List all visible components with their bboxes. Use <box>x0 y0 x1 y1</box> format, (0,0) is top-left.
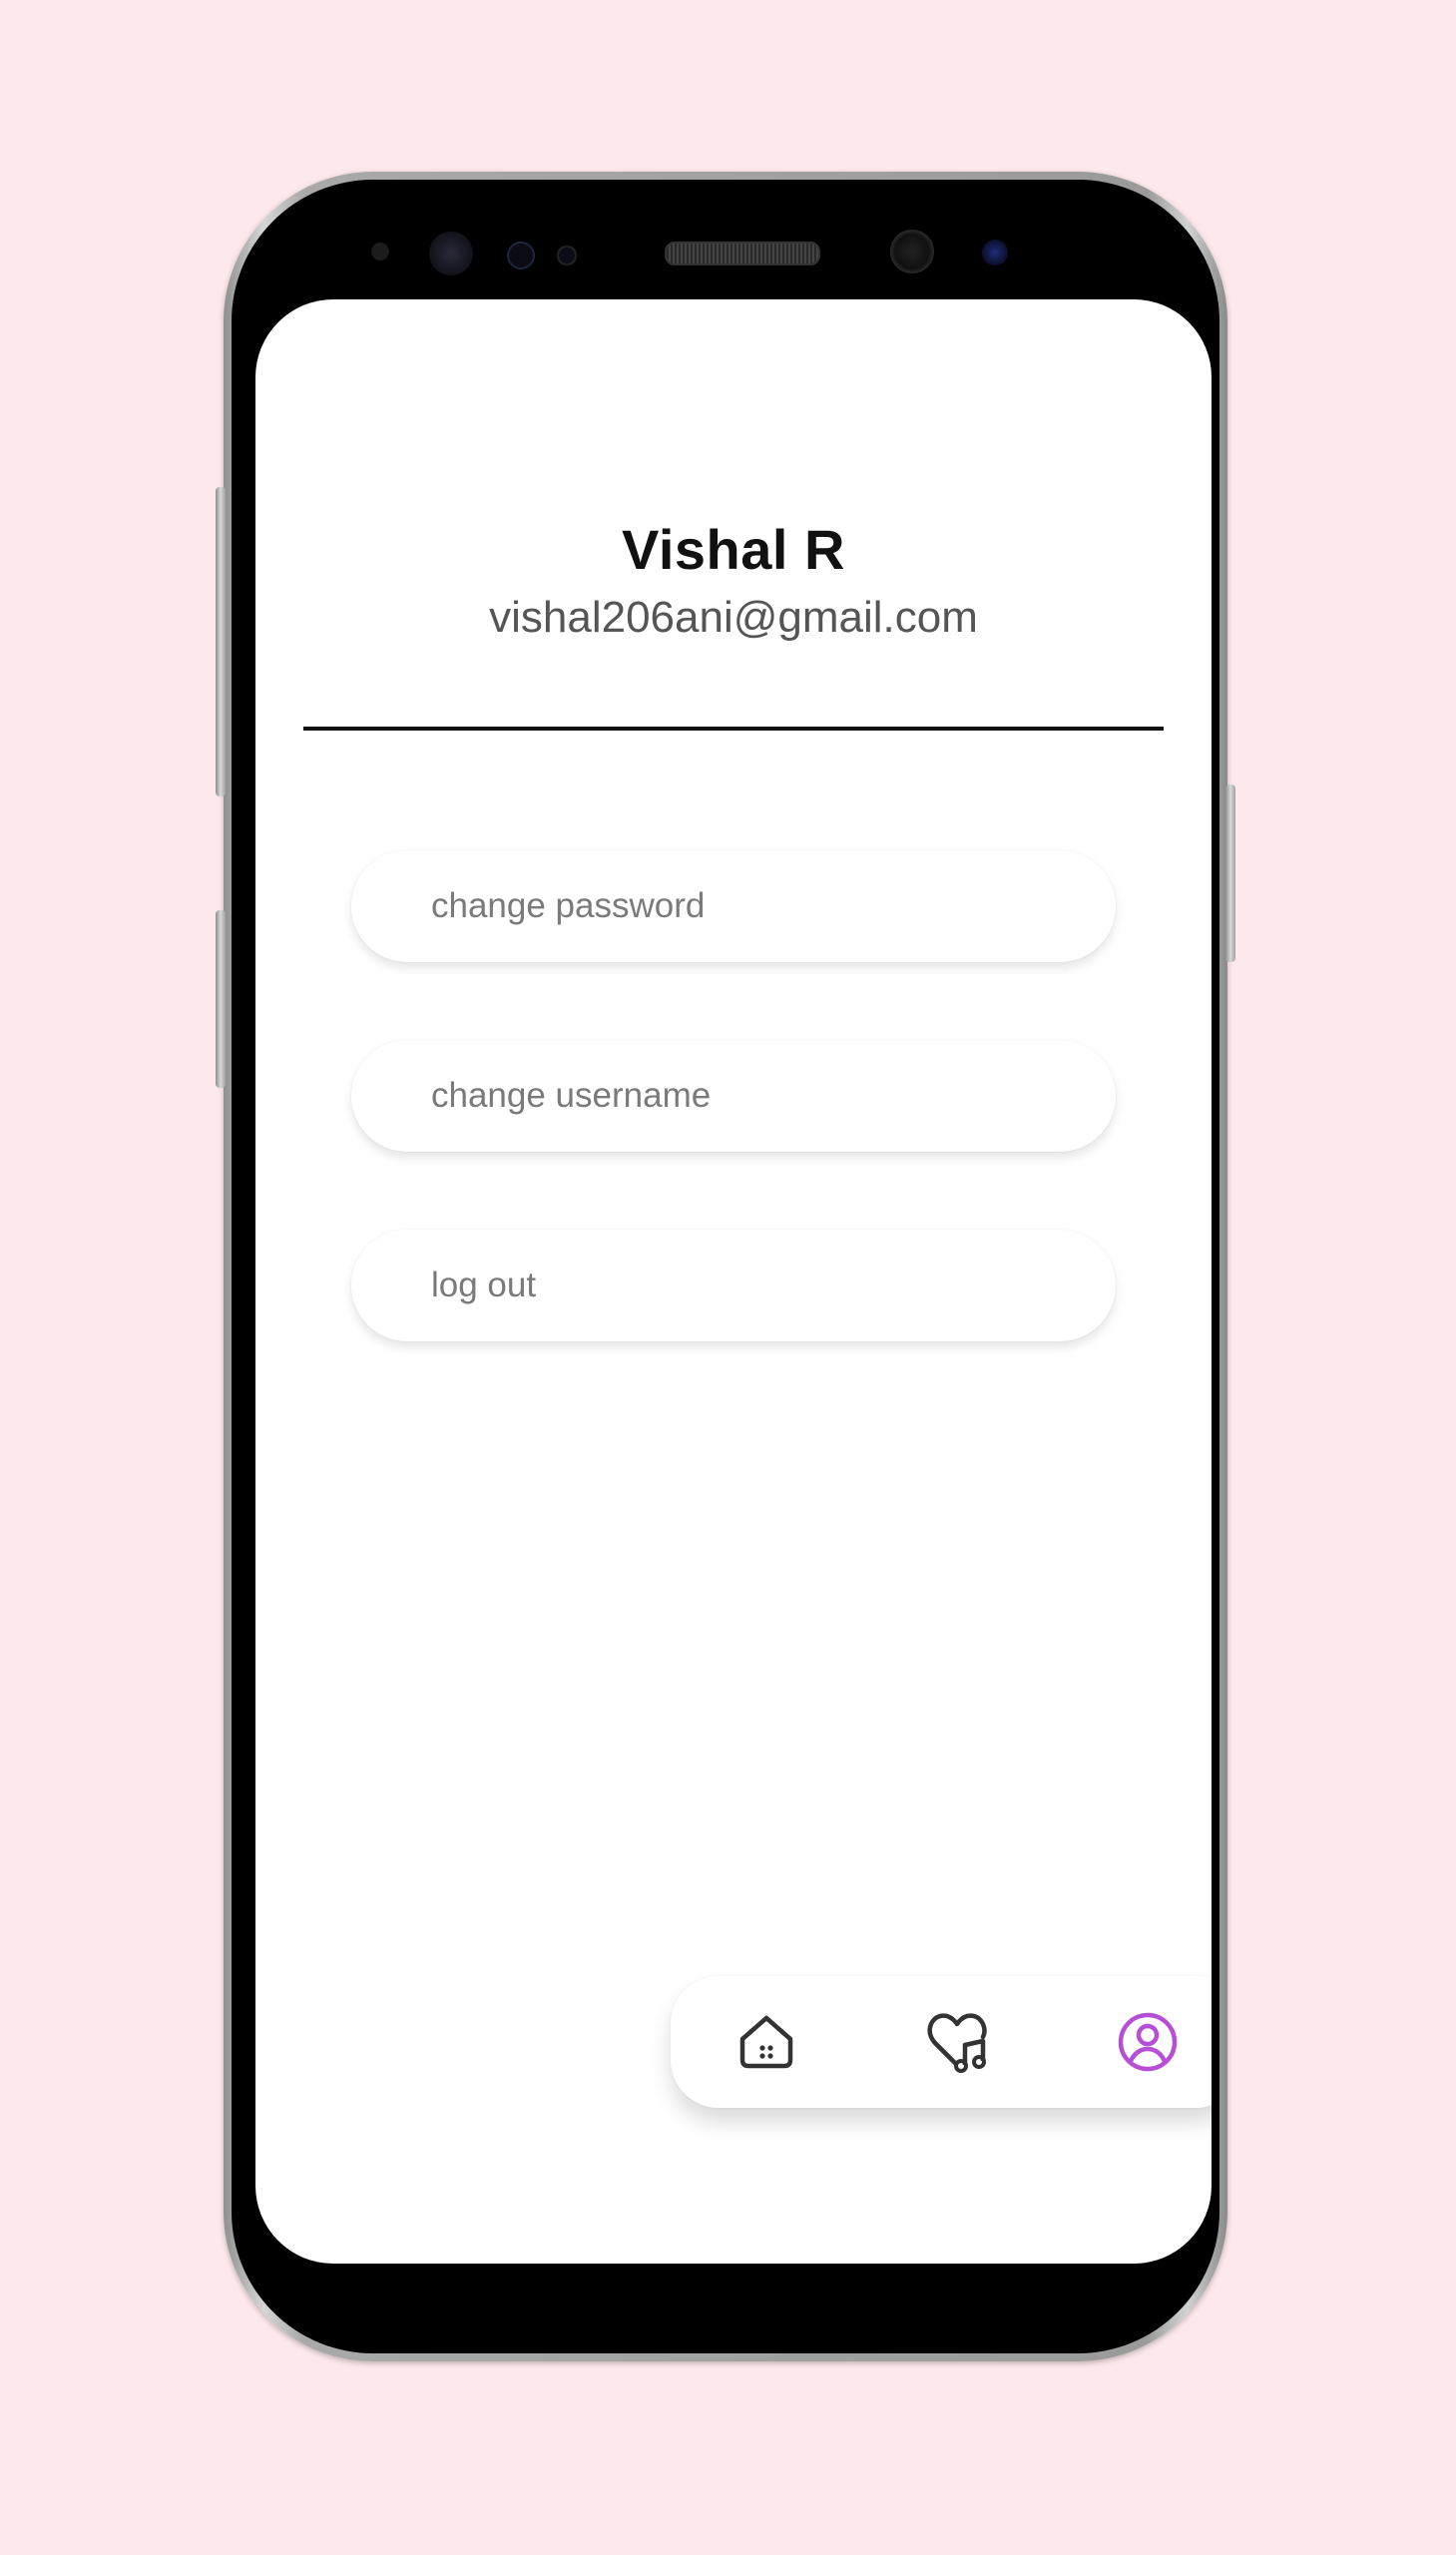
change-password-button[interactable]: change password <box>351 850 1116 962</box>
profile-email: vishal206ani@gmail.com <box>489 593 978 642</box>
profile-icon <box>1118 2012 1178 2072</box>
ir-sensor <box>557 246 577 265</box>
app-screen: Vishal R vishal206ani@gmail.com change p… <box>255 299 1212 2264</box>
nav-profile-button[interactable] <box>1108 2002 1188 2082</box>
heart-music-icon <box>927 2013 987 2073</box>
change-password-label: change password <box>431 886 706 925</box>
change-username-label: change username <box>431 1076 712 1115</box>
earpiece-speaker <box>665 242 820 265</box>
change-username-button[interactable]: change username <box>351 1040 1116 1152</box>
iris-camera <box>982 240 1008 265</box>
nav-home-button[interactable] <box>727 2002 806 2082</box>
home-icon <box>739 2015 793 2069</box>
power-button <box>1225 784 1235 962</box>
divider <box>303 727 1164 731</box>
proximity-sensor <box>371 243 389 260</box>
phone-body: Vishal R vishal206ani@gmail.com change p… <box>232 180 1219 2353</box>
volume-up-button <box>216 487 226 796</box>
profile-name: Vishal R <box>622 518 845 581</box>
top-bezel <box>232 180 1219 299</box>
bixby-button <box>216 910 226 1088</box>
log-out-button[interactable]: log out <box>351 1230 1116 1341</box>
light-sensor <box>507 242 535 269</box>
iris-scanner <box>429 232 473 275</box>
phone-frame: Vishal R vishal206ani@gmail.com change p… <box>216 172 1235 2361</box>
bottom-nav-bar <box>671 1976 1212 2108</box>
log-out-label: log out <box>431 1266 537 1304</box>
nav-favorites-button[interactable] <box>918 2002 998 2082</box>
front-camera <box>890 230 934 273</box>
